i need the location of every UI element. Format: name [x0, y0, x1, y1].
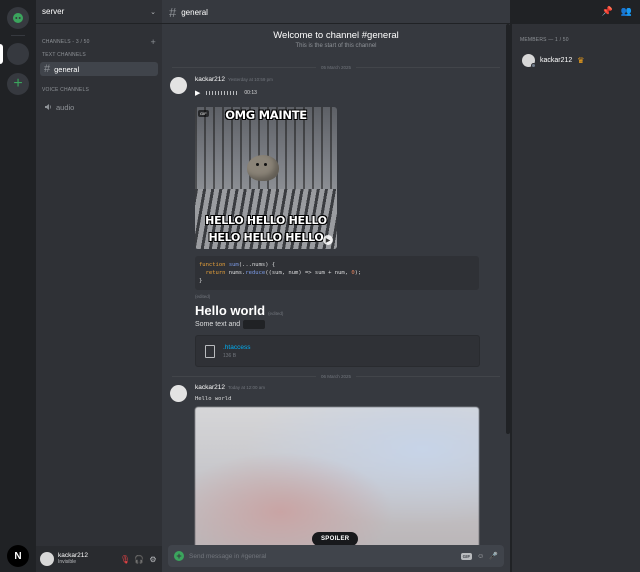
file-size: 136 B: [223, 352, 237, 359]
server-icon[interactable]: [7, 43, 29, 65]
message-body: Some text and: [195, 321, 241, 328]
message-input[interactable]: Send message in #general: [189, 553, 456, 560]
active-server-pill: [0, 44, 3, 64]
file-name-link[interactable]: .htaccess: [223, 344, 250, 351]
code-block: function sum(...nums) { return nums.redu…: [195, 256, 479, 290]
headphones-icon[interactable]: 🎧: [134, 555, 144, 564]
code-line: }: [199, 278, 203, 284]
gif-caption-bottom-1: HELLO HELLO HELLO: [205, 214, 327, 227]
voice-channels-label: VOICE CHANNELS: [42, 87, 89, 93]
audio-waveform[interactable]: [206, 91, 239, 95]
gif-caption-top: OMG MAINTE: [225, 108, 307, 122]
server-rail: + N: [0, 0, 36, 572]
avatar[interactable]: [170, 385, 187, 402]
add-server-button[interactable]: +: [7, 73, 29, 95]
audio-player: ▶ 00:13: [195, 87, 257, 99]
message-author[interactable]: kackar212: [195, 76, 225, 83]
date-divider: 06 March 2025: [172, 372, 500, 380]
spoiler-label[interactable]: SPOILER: [312, 532, 359, 546]
gif-caption-bottom-2: HELO HELLO HELLO: [208, 231, 324, 244]
voice-channels-section: VOICE CHANNELS: [42, 87, 156, 93]
discord-logo-icon: [13, 13, 23, 23]
gif-button[interactable]: GIF: [460, 552, 473, 560]
message-meta: kackar212 Yesterday at 10:59 pm: [195, 76, 273, 83]
chat-scrollbar[interactable]: [506, 24, 510, 434]
message-meta: kackar212 Today at 12:00 am: [195, 384, 265, 391]
profile-n-button[interactable]: N: [7, 545, 29, 567]
channel-label: general: [54, 64, 80, 74]
user-status: Invisible: [58, 558, 77, 565]
date-divider: 05 March 2025: [172, 63, 500, 71]
status-indicator: [531, 63, 536, 68]
channel-title: general: [181, 7, 208, 17]
plus-icon[interactable]: +: [174, 551, 184, 561]
microphone-icon[interactable]: 🎤: [489, 552, 498, 560]
member-name: kackar212: [540, 57, 573, 64]
avatar[interactable]: [40, 552, 54, 566]
avatar[interactable]: [170, 77, 187, 94]
crown-icon: ♛: [577, 56, 585, 65]
speaker-icon: [45, 104, 51, 110]
header-actions: 📌 👥: [602, 6, 632, 17]
code-line: function sum(...nums) {: [199, 262, 276, 268]
message-text: Some text and: [195, 320, 266, 329]
channels-count-label: CHANNELS - 3 / 50: [42, 39, 90, 45]
members-icon[interactable]: 👥: [621, 6, 632, 17]
server-name: server: [42, 7, 65, 16]
channel-item-general[interactable]: # general: [40, 62, 158, 76]
file-icon: [205, 344, 215, 358]
channels-count-header: CHANNELS - 3 / 50 +: [42, 37, 156, 47]
welcome-subtitle: This is the start of this channel: [295, 43, 377, 49]
app-window: + N server ⌄ CHANNELS - 3 / 50 + TEXT CH…: [0, 0, 640, 572]
gif-attachment[interactable]: GIF OMG MAINTE HELLO HELLO HELLO HELO HE…: [195, 107, 337, 249]
chevron-down-icon: ⌄: [150, 8, 156, 16]
channel-item-audio[interactable]: audio: [40, 100, 158, 114]
inline-spoiler[interactable]: [243, 320, 266, 329]
user-panel: kackar212 Invisible 🎙 🎧 ⚙: [36, 546, 162, 572]
pin-icon[interactable]: 📌: [602, 6, 613, 17]
message-timestamp: Yesterday at 10:59 pm: [228, 77, 273, 82]
emoji-icon[interactable]: ☺: [477, 553, 484, 560]
message-text: Hello world: [195, 396, 232, 402]
message-heading: Hello world (edited): [195, 303, 283, 318]
add-channel-icon[interactable]: +: [151, 37, 156, 47]
members-header: MEMBERS — 1 / 50: [520, 37, 569, 43]
home-button[interactable]: [7, 7, 29, 29]
welcome-title: Welcome to channel #general: [273, 30, 399, 41]
edited-label: (edited): [268, 311, 284, 316]
mic-muted-icon[interactable]: 🎙: [120, 555, 130, 564]
date-label: 05 March 2025: [320, 64, 352, 70]
chat-area: # general Welcome to channel #general Th…: [162, 0, 510, 572]
message-author[interactable]: kackar212: [195, 384, 225, 391]
chat-header: # general: [162, 0, 510, 24]
member-item[interactable]: kackar212 ♛: [522, 54, 585, 68]
file-attachment: .htaccess 136 B: [195, 335, 480, 367]
channel-label: audio: [56, 102, 75, 112]
text-channels-label: TEXT CHANNELS: [42, 52, 86, 58]
code-line: return nums.reduce((sum, num) => sum + n…: [205, 270, 362, 276]
avatar: [522, 54, 536, 68]
hash-icon: #: [169, 4, 177, 20]
plus-icon: +: [13, 75, 23, 92]
hash-icon: #: [44, 63, 51, 75]
spoiler-image[interactable]: [195, 407, 479, 547]
member-list: MEMBERS — 1 / 50 kackar212 ♛: [512, 24, 640, 572]
edited-label: (edited): [195, 294, 211, 299]
message-timestamp: Today at 12:00 am: [228, 385, 266, 390]
play-icon[interactable]: ▶: [195, 89, 200, 97]
server-header[interactable]: server ⌄: [36, 0, 162, 24]
rail-separator: [11, 35, 25, 36]
channel-sidebar: server ⌄ CHANNELS - 3 / 50 + TEXT CHANNE…: [36, 0, 162, 572]
message-composer: + Send message in #general GIF ☺ 🎤: [168, 545, 504, 567]
channel-welcome: Welcome to channel #general This is the …: [162, 30, 510, 49]
audio-duration: 00:13: [244, 90, 257, 96]
gif-seal: [247, 155, 279, 181]
heading-text: Hello world: [195, 303, 266, 318]
gear-icon[interactable]: ⚙: [148, 555, 158, 564]
play-icon[interactable]: ▶: [323, 235, 333, 245]
date-label: 06 March 2025: [320, 373, 352, 379]
text-channels-section: TEXT CHANNELS: [42, 52, 156, 58]
